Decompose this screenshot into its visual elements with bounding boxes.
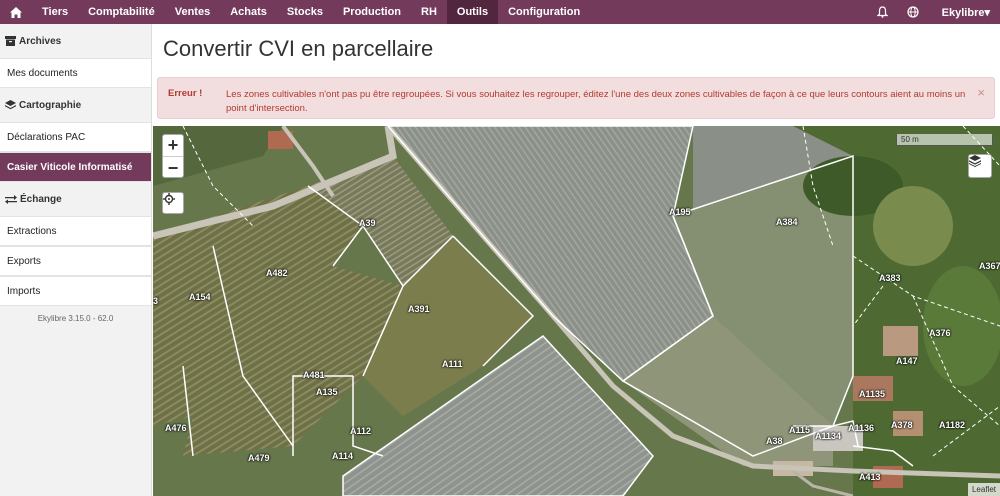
layers-control-button[interactable] (968, 154, 992, 178)
sidebar-section-label: Cartographie (19, 99, 82, 111)
parcel-label: A195 (669, 207, 691, 217)
sidebar-section-archives: Archives (0, 24, 151, 58)
parcel-label: A376 (929, 328, 951, 338)
parcel-label: A111 (442, 359, 463, 369)
parcel-label: A1134 (815, 431, 842, 441)
error-alert: Erreur ! Les zones cultivables n'ont pas… (157, 77, 995, 119)
zoom-in-button[interactable]: + (163, 135, 183, 157)
parcel-label: A413 (859, 472, 881, 482)
notifications-button[interactable] (868, 6, 898, 18)
parcel-label: A383 (879, 273, 901, 283)
sidebar-item-extractions[interactable]: Extractions (0, 216, 151, 246)
map[interactable]: + − 50 m Leaflet 3 A154 A482 A39 A391 A1… (153, 126, 1000, 496)
parcel-label: A1136 (848, 423, 875, 433)
nav-outils[interactable]: Outils (446, 0, 499, 24)
parcel-label: A112 (350, 426, 372, 436)
map-attribution[interactable]: Leaflet (967, 483, 1000, 496)
map-scale: 50 m (896, 134, 993, 146)
crosshair-icon (163, 193, 175, 205)
alert-label: Erreur ! (168, 88, 203, 99)
parcel-label: A391 (408, 304, 430, 314)
parcel-label: A479 (248, 453, 270, 463)
parcel-label: A147 (896, 356, 918, 366)
parcel-label: A378 (891, 420, 913, 430)
sidebar-item-casier-viticole[interactable]: Casier Viticole Informatisé (0, 152, 151, 182)
bell-icon (877, 6, 889, 18)
alert-message: Les zones cultivables n'ont pas pu être … (226, 89, 966, 114)
parcel-label: A1135 (859, 389, 886, 399)
globe-icon (907, 6, 919, 18)
parcel-label: A476 (165, 423, 187, 433)
sidebar: Archives Mes documents Cartographie Décl… (0, 24, 152, 496)
main-content: Convertir CVI en parcellaire Erreur ! Le… (153, 24, 1000, 496)
parcel-label: A135 (316, 387, 338, 397)
top-navbar: Tiers Comptabilité Ventes Achats Stocks … (0, 0, 1000, 24)
sidebar-section-cartographie: Cartographie (0, 88, 151, 122)
nav-rh[interactable]: RH (411, 0, 447, 24)
parcel-label: A367 (979, 261, 1000, 271)
locate-button[interactable] (162, 192, 184, 214)
zoom-out-button[interactable]: − (163, 157, 183, 179)
sidebar-item-exports[interactable]: Exports (0, 246, 151, 276)
parcel-label: A1182 (939, 420, 966, 430)
layers-icon (5, 99, 16, 111)
parcel-label: A39 (359, 218, 376, 228)
nav-achats[interactable]: Achats (220, 0, 277, 24)
parcel-label: A384 (776, 217, 798, 227)
sidebar-section-echange: Échange (0, 182, 151, 216)
user-menu[interactable]: Ekylibre▾ (928, 6, 1000, 19)
main-nav: Tiers Comptabilité Ventes Achats Stocks … (32, 0, 590, 24)
zoom-control: + − (162, 134, 184, 178)
sidebar-section-label: Échange (20, 193, 62, 205)
nav-configuration[interactable]: Configuration (498, 0, 590, 24)
layers-icon (969, 155, 981, 167)
nav-tiers[interactable]: Tiers (32, 0, 78, 24)
nav-production[interactable]: Production (333, 0, 411, 24)
alert-close-button[interactable]: × (977, 85, 985, 100)
parcel-label: A38 (766, 436, 783, 446)
archive-icon (5, 36, 16, 46)
parcel-label: A154 (189, 292, 211, 302)
parcel-label: A482 (266, 268, 288, 278)
nav-comptabilite[interactable]: Comptabilité (78, 0, 165, 24)
satellite-imagery (153, 126, 1000, 496)
parcel-label: 3 (153, 296, 159, 306)
page-title: Convertir CVI en parcellaire (163, 36, 434, 61)
parcel-label: A115 (789, 425, 811, 435)
sidebar-item-imports[interactable]: Imports (0, 276, 151, 306)
sidebar-item-declarations-pac[interactable]: Déclarations PAC (0, 122, 151, 152)
exchange-icon (5, 194, 17, 204)
nav-ventes[interactable]: Ventes (165, 0, 220, 24)
language-button[interactable] (898, 6, 928, 18)
home-icon (10, 6, 22, 18)
parcel-label: A114 (332, 451, 354, 461)
nav-stocks[interactable]: Stocks (277, 0, 333, 24)
sidebar-section-label: Archives (19, 35, 62, 47)
app-version: Ekylibre 3.15.0 - 62.0 (37, 314, 114, 323)
sidebar-item-mes-documents[interactable]: Mes documents (0, 58, 151, 88)
parcel-label: A481 (303, 370, 325, 380)
home-button[interactable] (0, 0, 32, 24)
